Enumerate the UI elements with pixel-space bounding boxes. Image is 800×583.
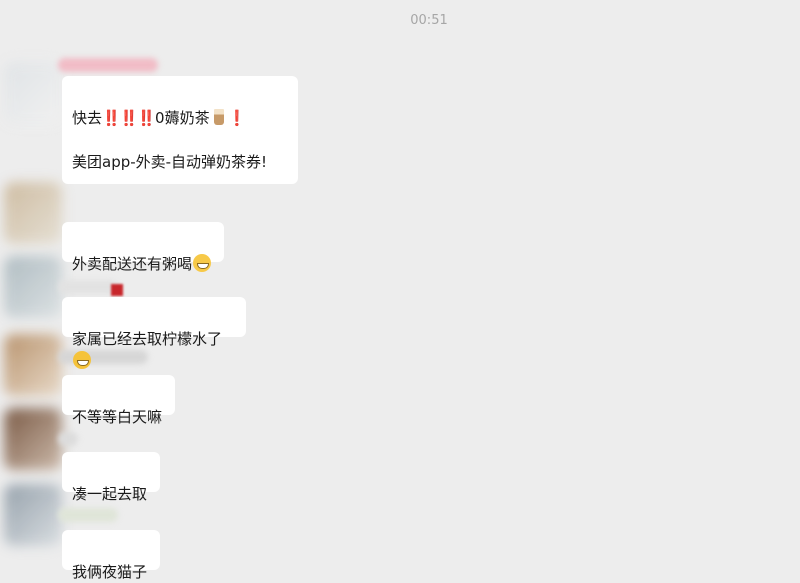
- sender-nickname: [58, 432, 78, 446]
- message-line: 快去‼️‼️‼️0薅奶茶 ❗: [72, 109, 247, 127]
- message-text: 家属已经去取柠檬水了: [72, 330, 223, 348]
- grinning-face-icon: [193, 254, 212, 272]
- message-bubble[interactable]: 家属已经去取柠檬水了: [62, 297, 246, 369]
- message-line: 美团app-外卖-自动弹奶茶券!: [72, 153, 268, 171]
- double-exclamation-icon: ‼️‼️‼️: [102, 109, 156, 127]
- avatar[interactable]: [4, 256, 62, 318]
- exclamation-icon: ❗: [227, 109, 247, 127]
- chat-timestamp: 00:51: [410, 13, 448, 28]
- message-bubble[interactable]: 外卖配送还有粥喝: [62, 222, 224, 273]
- avatar[interactable]: [4, 408, 62, 470]
- message-bubble[interactable]: 我俩夜猫子: [62, 530, 160, 581]
- avatar[interactable]: [4, 62, 62, 124]
- sender-badge: [111, 284, 123, 296]
- bubble-tea-icon: [213, 109, 224, 125]
- message-bubble[interactable]: 凑一起去取: [62, 452, 160, 503]
- message-bubble[interactable]: 快去‼️‼️‼️0薅奶茶❗ 美团app-外卖-自动弹奶茶券! 部分号才有: [62, 76, 298, 259]
- message-text: 外卖配送还有粥喝: [72, 255, 193, 273]
- sender-nickname: [58, 508, 118, 522]
- message-text: 凑一起去取: [72, 485, 148, 503]
- avatar[interactable]: [4, 484, 62, 546]
- avatar[interactable]: [4, 334, 62, 396]
- sender-nickname: [58, 58, 158, 72]
- message-bubble[interactable]: 不等等白天嘛: [62, 375, 175, 426]
- avatar[interactable]: [4, 182, 62, 244]
- message-text: 不等等白天嘛: [72, 408, 163, 426]
- message-text: 我俩夜猫子: [72, 563, 148, 581]
- laughing-tears-icon: [73, 351, 91, 369]
